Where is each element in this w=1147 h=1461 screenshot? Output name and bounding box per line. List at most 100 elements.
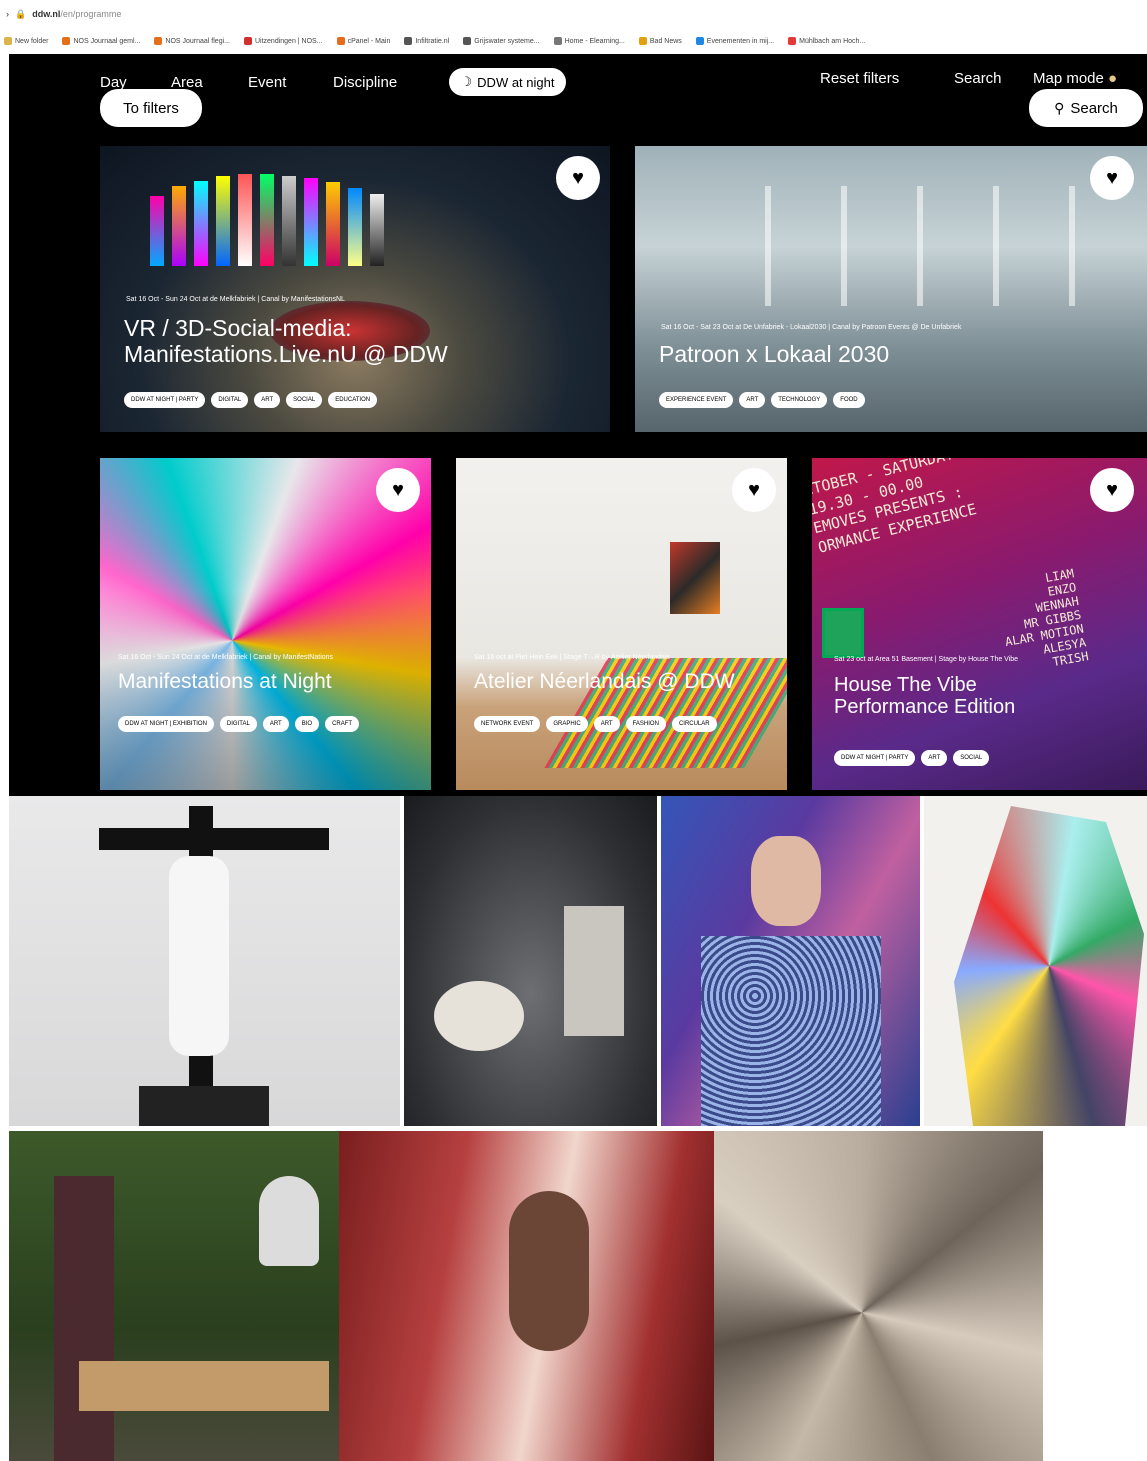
ddw-at-night-toggle[interactable]: ☽ DDW at night <box>449 68 566 96</box>
moon-icon: ☽ <box>460 74 473 89</box>
event-tag[interactable]: FASHION <box>625 716 666 732</box>
cart-installation-image[interactable] <box>9 1131 339 1461</box>
search-link[interactable]: Search <box>954 70 1002 87</box>
event-tag[interactable]: ART <box>739 392 766 408</box>
bookmark-icon <box>553 37 562 45</box>
pedestal <box>139 1086 269 1126</box>
event-card[interactable]: CTOBER - SATURDAY 19.30 - 00.00 EMOVES PRE… <box>812 458 1147 790</box>
event-tag[interactable]: SOCIAL <box>953 750 990 766</box>
crucifix-sculpture-image[interactable] <box>9 796 400 1126</box>
programme-app: Day Area Event Discipline ☽ DDW at night … <box>9 54 1147 796</box>
event-tag[interactable]: CRAFT <box>325 716 360 732</box>
back-icon[interactable]: › <box>6 9 9 19</box>
bookmark-label: NOS Journaal flegi... <box>165 37 230 45</box>
map-mode-toggle[interactable]: Map mode ● <box>1033 70 1117 87</box>
figure <box>509 1191 589 1351</box>
vr-panels <box>150 166 530 266</box>
bookmark-label: cPanel - Main <box>347 37 391 45</box>
red-curtain-image[interactable] <box>339 1131 714 1461</box>
address-bar[interactable]: › 🔒 ddw.nl/en/programme <box>0 0 1147 28</box>
prism-sculpture-image[interactable] <box>924 796 1147 1126</box>
bookmark-item[interactable]: New folder <box>4 37 48 45</box>
cross-bar <box>99 828 329 850</box>
face <box>751 836 821 926</box>
heart-icon[interactable]: ♥ <box>556 156 600 200</box>
url-domain: ddw.nl <box>32 9 61 19</box>
ceiling-lights <box>695 186 1095 306</box>
heart-icon[interactable]: ♥ <box>376 468 420 512</box>
sculpture-chair <box>564 906 624 1036</box>
event-card[interactable]: Sat 16 Oct - Sun 24 Oct at de Melkfabrie… <box>100 458 431 790</box>
person-coat <box>54 1176 114 1461</box>
map-mode-label: Map mode <box>1033 70 1104 87</box>
toggle-dot-icon: ● <box>1108 70 1118 87</box>
gallery-installation-image[interactable] <box>404 796 657 1126</box>
event-tag[interactable]: NETWORK EVENT <box>474 716 541 732</box>
search-icon: ⚲ <box>1054 99 1065 116</box>
event-tag[interactable]: ART <box>593 716 620 732</box>
prisms <box>954 806 1144 1126</box>
event-card[interactable]: Sat 16 Oct - Sun 24 Oct at de Melkfabrie… <box>100 146 610 432</box>
event-card[interactable]: Sat 16 oct at Piet Hein Eek | Stage T→R … <box>456 458 787 790</box>
bookmark-item[interactable]: NOS Journaal flegi... <box>154 37 230 45</box>
filter-event[interactable]: Event <box>248 74 286 91</box>
to-filters-button[interactable]: To filters <box>100 89 202 127</box>
event-title: Manifestations at Night <box>118 670 332 693</box>
event-tag[interactable]: DDW AT NIGHT | PARTY <box>124 392 206 408</box>
heart-icon[interactable]: ♥ <box>732 468 776 512</box>
event-title-line: Performance Edition <box>834 696 1016 719</box>
bookmark-icon <box>243 37 252 45</box>
bookmark-item[interactable]: Infiltratie.nl <box>404 37 449 45</box>
bookmark-item[interactable]: Mühlbach am Hoch... <box>788 37 865 45</box>
bookmark-item[interactable]: Uitzendingen | NOS... <box>243 37 323 45</box>
event-tag[interactable]: EXPERIENCE EVENT <box>659 392 734 408</box>
filter-discipline[interactable]: Discipline <box>333 74 397 91</box>
event-tag[interactable]: DIGITAL <box>219 716 257 732</box>
event-tag[interactable]: ART <box>921 750 948 766</box>
poster-names: LIAM ENZO WENNAH MR GIBBS ALAR MOTION ALESYA T… <box>954 566 1090 683</box>
event-tag[interactable]: DDW AT NIGHT | EXHIBITION <box>118 716 214 732</box>
bookmarks-bar: New folder NOS Journaal geml... NOS Journa… <box>0 28 1147 54</box>
event-title: VR / 3D-Social-media: Manifestations.Live… <box>124 315 448 368</box>
bookmark-item[interactable]: cPanel - Main <box>336 37 391 45</box>
event-meta: Sat 23 oct at Area 51 Basement | Stage b… <box>834 656 1019 663</box>
heart-icon[interactable]: ♥ <box>1090 156 1134 200</box>
search-button[interactable]: ⚲ Search <box>1029 89 1143 127</box>
bookmark-icon <box>336 37 345 45</box>
event-tag[interactable]: CIRCULAR <box>671 716 717 732</box>
event-title: House The Vibe Performance Edition <box>834 674 1015 719</box>
event-tag[interactable]: GRAPHIC <box>546 716 588 732</box>
event-tags: NETWORK EVENT GRAPHIC ART FASHION CIRCULAR <box>474 716 734 732</box>
bookmark-label: Mühlbach am Hoch... <box>799 37 866 45</box>
bookmark-item[interactable]: Bad News <box>638 37 682 45</box>
event-tag[interactable]: TECHNOLOGY <box>771 392 828 408</box>
bookmark-item[interactable]: NOS Journaal geml... <box>62 37 140 45</box>
ddw-at-night-label: DDW at night <box>477 74 555 90</box>
event-title: Atelier Néerlandais @ DDW <box>474 670 735 693</box>
bookmark-icon <box>463 37 472 45</box>
wood-cart <box>79 1361 329 1411</box>
event-card[interactable]: Sat 16 Oct - Sat 23 Oct at De Unfabriek … <box>635 146 1147 432</box>
bookmark-icon <box>154 37 163 45</box>
painting <box>670 542 720 614</box>
event-tag[interactable]: FOOD <box>833 392 865 408</box>
lamp-globe <box>259 1176 319 1266</box>
event-tag[interactable]: SOCIAL <box>286 392 323 408</box>
event-tag[interactable]: EDUCATION <box>328 392 378 408</box>
bookmark-icon <box>638 37 647 45</box>
portrait-image[interactable] <box>661 796 920 1126</box>
reset-filters-link[interactable]: Reset filters <box>820 70 899 87</box>
event-title-line: Manifestations.Live.nU @ DDW <box>124 340 448 367</box>
bookmark-item[interactable]: Home - Elearning... <box>553 37 625 45</box>
event-tag[interactable]: DDW AT NIGHT | PARTY <box>834 750 916 766</box>
search-button-label: Search <box>1070 99 1118 117</box>
bookmark-item[interactable]: Grijswater systeme... <box>463 37 540 45</box>
geometric-surface-image[interactable] <box>714 1131 1043 1461</box>
heart-icon[interactable]: ♥ <box>1090 468 1134 512</box>
event-tag[interactable]: ART <box>262 716 289 732</box>
event-tag[interactable]: DIGITAL <box>211 392 249 408</box>
bookmark-label: Uitzendingen | NOS... <box>254 37 323 45</box>
bookmark-item[interactable]: Evenementen in mij... <box>695 37 774 45</box>
event-tag[interactable]: BIO <box>294 716 320 732</box>
event-tag[interactable]: ART <box>254 392 281 408</box>
